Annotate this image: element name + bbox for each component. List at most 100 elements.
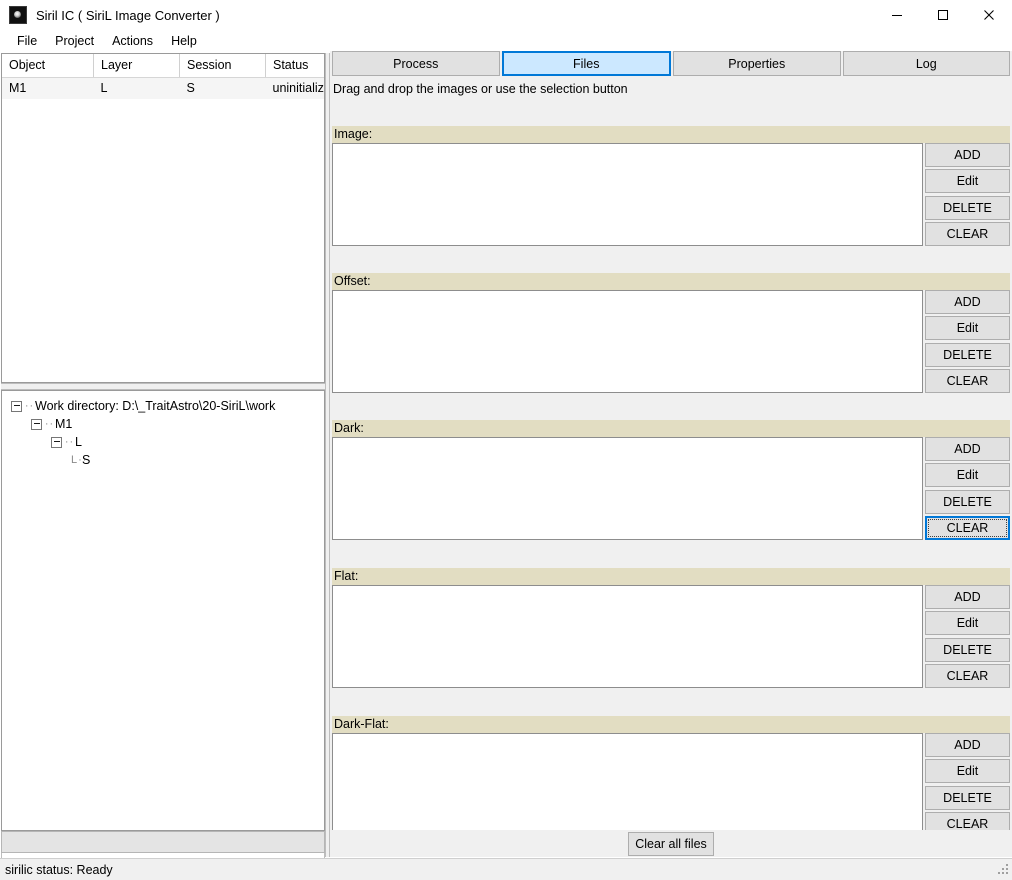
clear-button-flat[interactable]: CLEAR — [925, 663, 1010, 688]
tree-node-label: S — [82, 453, 91, 467]
menu-item-file[interactable]: File — [8, 32, 46, 50]
left-panel: Object Layer Session Status M1 L S unini… — [1, 53, 325, 873]
button-column-dark: ADD Edit DELETE CLEAR — [925, 437, 1010, 540]
column-header-status[interactable]: Status — [265, 54, 324, 78]
work-directory-tree: ·· Work directory: D:\_TraitAstro\20-Sir… — [1, 390, 325, 831]
right-panel: Process Files Properties Log Drag and dr… — [330, 51, 1012, 857]
tree-node-label: M1 — [55, 417, 73, 431]
tree-node-work-directory[interactable]: ·· Work directory: D:\_TraitAstro\20-Sir… — [2, 397, 324, 415]
title-bar: Siril IC ( SiriL Image Converter ) — [0, 0, 1012, 31]
section-dark: Dark: ADD Edit DELETE CLEAR — [332, 420, 1010, 540]
collapse-expander-icon[interactable] — [31, 418, 42, 430]
table-header-row: Object Layer Session Status — [2, 54, 324, 78]
status-bar: sirilic status: Ready — [0, 858, 1012, 880]
tab-files[interactable]: Files — [501, 51, 671, 76]
window-title: Siril IC ( SiriL Image Converter ) — [36, 7, 220, 23]
tab-strip: Process Files Properties Log — [332, 51, 1010, 77]
section-title-image: Image: — [332, 126, 1010, 143]
tree-node-label: L — [75, 435, 82, 449]
edit-button-image[interactable]: Edit — [925, 169, 1010, 194]
column-header-session[interactable]: Session — [179, 54, 266, 78]
object-table: Object Layer Session Status M1 L S unini… — [2, 54, 324, 99]
tree-connector-icon: ·· — [44, 417, 55, 430]
section-body-offset: ADD Edit DELETE CLEAR — [332, 290, 1010, 393]
tree-node-label: Work directory: D:\_TraitAstro\20-SiriL\… — [35, 399, 276, 413]
section-body-flat: ADD Edit DELETE CLEAR — [332, 585, 1010, 688]
clear-all-files-row: Clear all files — [332, 830, 1010, 857]
delete-button-image[interactable]: DELETE — [925, 195, 1010, 220]
menu-item-actions[interactable]: Actions — [103, 32, 162, 50]
section-image: Image: ADD Edit DELETE CLEAR — [332, 126, 1010, 246]
button-column-offset: ADD Edit DELETE CLEAR — [925, 290, 1010, 393]
maximize-icon[interactable] — [920, 0, 966, 30]
clear-button-image[interactable]: CLEAR — [925, 221, 1010, 246]
file-list-flat[interactable] — [332, 585, 923, 688]
window-controls — [874, 0, 1012, 30]
tree-connector-icon: ·· — [24, 399, 35, 412]
cell-status: uninitialized — [265, 77, 324, 99]
section-title-flat: Flat: — [332, 568, 1010, 585]
table-row[interactable]: M1 L S uninitialized — [2, 77, 324, 99]
menu-item-project[interactable]: Project — [46, 32, 103, 50]
file-list-offset[interactable] — [332, 290, 923, 393]
clear-button-dark[interactable]: CLEAR — [925, 515, 1010, 540]
tree-connector-icon: ·· — [64, 435, 75, 448]
section-body-dark: ADD Edit DELETE CLEAR — [332, 437, 1010, 540]
delete-button-dark-flat[interactable]: DELETE — [925, 785, 1010, 810]
clear-button-offset[interactable]: CLEAR — [925, 368, 1010, 393]
add-button-flat[interactable]: ADD — [925, 585, 1010, 609]
edit-button-flat[interactable]: Edit — [925, 611, 1010, 636]
tab-properties[interactable]: Properties — [673, 51, 841, 76]
tree-connector-icon: L·· — [71, 453, 88, 466]
section-title-dark: Dark: — [332, 420, 1010, 437]
add-button-dark[interactable]: ADD — [925, 437, 1010, 461]
menu-item-help[interactable]: Help — [162, 32, 206, 50]
tree-node-m1[interactable]: ·· M1 — [2, 415, 324, 433]
tab-process[interactable]: Process — [332, 51, 500, 76]
section-offset: Offset: ADD Edit DELETE CLEAR — [332, 273, 1010, 393]
close-icon[interactable] — [966, 0, 1012, 30]
edit-button-dark-flat[interactable]: Edit — [925, 759, 1010, 784]
delete-button-flat[interactable]: DELETE — [925, 637, 1010, 662]
cell-object: M1 — [2, 77, 94, 99]
button-column-image: ADD Edit DELETE CLEAR — [925, 143, 1010, 246]
siril-app-icon — [9, 6, 27, 24]
button-column-flat: ADD Edit DELETE CLEAR — [925, 585, 1010, 688]
add-button-dark-flat[interactable]: ADD — [925, 733, 1010, 757]
edit-button-dark[interactable]: Edit — [925, 463, 1010, 488]
horizontal-splitter[interactable] — [1, 383, 325, 390]
add-button-image[interactable]: ADD — [925, 143, 1010, 167]
section-dark-flat: Dark-Flat: ADD Edit DELETE CLEAR — [332, 716, 1010, 836]
tree-node-s[interactable]: L·· S — [2, 451, 324, 469]
column-header-object[interactable]: Object — [2, 54, 94, 78]
file-list-dark[interactable] — [332, 437, 923, 540]
cell-layer: L — [93, 77, 180, 99]
add-button-offset[interactable]: ADD — [925, 290, 1010, 314]
left-panel-spacer-bar — [1, 831, 325, 853]
status-text: sirilic status: Ready — [5, 862, 113, 877]
file-list-image[interactable] — [332, 143, 923, 246]
delete-button-offset[interactable]: DELETE — [925, 342, 1010, 367]
section-body-dark-flat: ADD Edit DELETE CLEAR — [332, 733, 1010, 836]
tree-node-l[interactable]: ·· L — [2, 433, 324, 451]
minimize-icon[interactable] — [874, 0, 920, 30]
file-list-dark-flat[interactable] — [332, 733, 923, 836]
delete-button-dark[interactable]: DELETE — [925, 489, 1010, 514]
drag-drop-hint-area: Drag and drop the images or use the sele… — [332, 78, 1010, 121]
drag-drop-hint-text: Drag and drop the images or use the sele… — [333, 82, 628, 96]
menu-bar: File Project Actions Help — [0, 30, 1012, 52]
collapse-expander-icon[interactable] — [11, 400, 22, 412]
edit-button-offset[interactable]: Edit — [925, 316, 1010, 341]
tab-log[interactable]: Log — [842, 51, 1010, 76]
collapse-expander-icon[interactable] — [51, 436, 62, 448]
section-flat: Flat: ADD Edit DELETE CLEAR — [332, 568, 1010, 688]
object-table-container: Object Layer Session Status M1 L S unini… — [1, 53, 325, 383]
column-header-layer[interactable]: Layer — [93, 54, 180, 78]
cell-session: S — [179, 77, 266, 99]
resize-grip-icon[interactable] — [998, 863, 1010, 876]
clear-all-files-button[interactable]: Clear all files — [628, 831, 714, 856]
section-body-image: ADD Edit DELETE CLEAR — [332, 143, 1010, 246]
button-column-dark-flat: ADD Edit DELETE CLEAR — [925, 733, 1010, 836]
section-title-dark-flat: Dark-Flat: — [332, 716, 1010, 733]
section-title-offset: Offset: — [332, 273, 1010, 290]
